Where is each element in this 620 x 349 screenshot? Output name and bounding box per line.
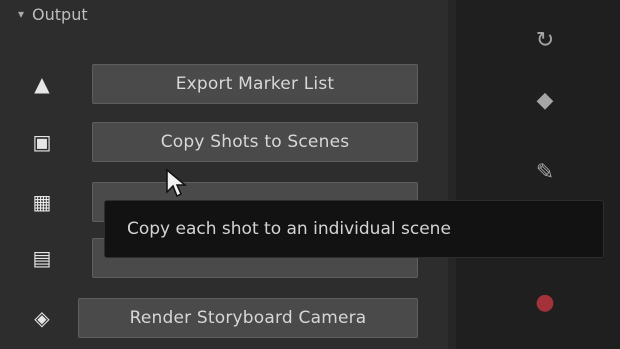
triangle-icon: ▲ xyxy=(34,72,50,96)
section-header-output[interactable]: ▾ Output xyxy=(18,0,88,28)
export-marker-list-button[interactable]: Export Marker List xyxy=(92,64,418,104)
tooltip-text: Copy each shot to an individual scene xyxy=(127,219,451,239)
copy-shots-to-scenes-button[interactable]: Copy Shots to Scenes xyxy=(92,122,418,162)
row-render-storyboard: ◈ Render Storyboard Camera xyxy=(28,298,418,338)
chevron-down-icon: ▾ xyxy=(18,7,25,21)
tooltip: Copy each shot to an individual scene xyxy=(104,200,604,258)
section-title: Output xyxy=(32,4,88,24)
diamond-icon[interactable]: ◆ xyxy=(525,80,565,120)
output-panel: ▾ Output ▲ Export Marker List ▣ Copy Sho… xyxy=(0,0,448,349)
render-icon: ◈ xyxy=(34,306,50,330)
pencil-icon[interactable]: ✎ xyxy=(525,152,565,192)
row-copy-shots: ▣ Copy Shots to Scenes xyxy=(28,122,418,162)
slides-icon: ▤ xyxy=(32,246,52,270)
record-icon[interactable]: ● xyxy=(525,282,565,322)
rotate-icon[interactable]: ↻ xyxy=(525,20,565,60)
row-export-marker-list: ▲ Export Marker List xyxy=(28,64,418,104)
mouse-cursor-icon xyxy=(166,168,187,198)
clipboard-icon: ▣ xyxy=(32,130,52,154)
render-storyboard-camera-button[interactable]: Render Storyboard Camera xyxy=(78,298,418,338)
grid-icon: ▦ xyxy=(32,190,52,214)
